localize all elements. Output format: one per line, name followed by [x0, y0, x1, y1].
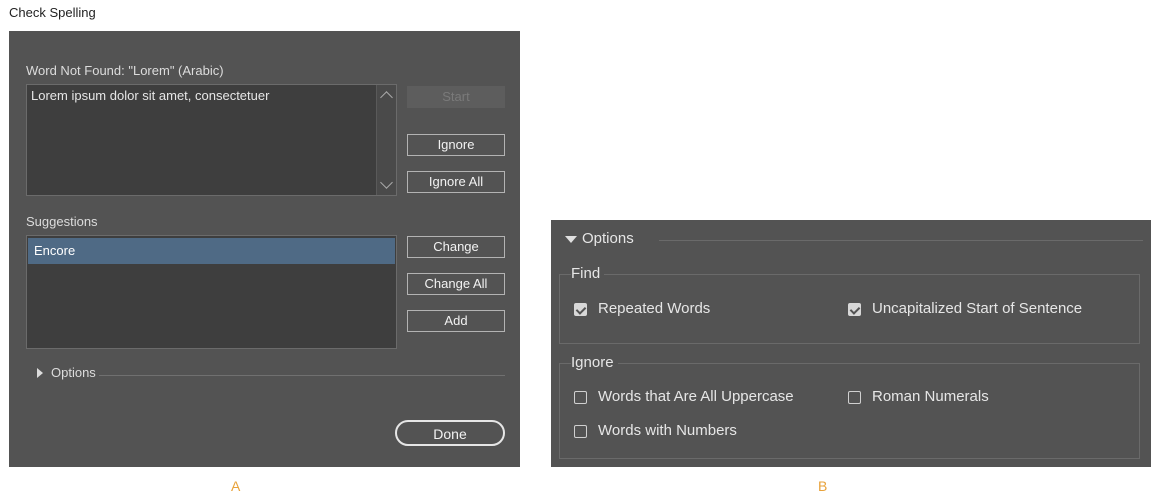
start-button[interactable]: Start — [407, 86, 505, 108]
uncapitalized-start-label: Uncapitalized Start of Sentence — [872, 300, 1083, 317]
words-with-numbers-checkbox[interactable] — [574, 425, 587, 438]
all-uppercase-label: Words that Are All Uppercase — [598, 388, 794, 405]
scrollbar[interactable] — [376, 85, 396, 195]
roman-numerals-label: Roman Numerals — [872, 388, 989, 405]
ignore-group — [559, 363, 1140, 459]
triangle-right-icon — [37, 368, 43, 378]
context-text: Lorem ipsum dolor sit amet, consectetuer — [31, 88, 270, 103]
scroll-down-icon[interactable] — [380, 176, 393, 189]
ignore-all-button[interactable]: Ignore All — [407, 171, 505, 193]
context-textarea[interactable]: Lorem ipsum dolor sit amet, consectetuer — [26, 84, 397, 196]
options-label: Options — [51, 365, 96, 380]
all-uppercase-checkbox[interactable] — [574, 391, 587, 404]
suggestions-list[interactable]: Encore — [26, 235, 397, 349]
ignore-legend: Ignore — [571, 354, 618, 371]
ignore-button[interactable]: Ignore — [407, 134, 505, 156]
word-not-found-label: Word Not Found: "Lorem" (Arabic) — [26, 63, 224, 78]
uncapitalized-start-checkbox[interactable] — [848, 303, 861, 316]
roman-numerals-checkbox[interactable] — [848, 391, 861, 404]
triangle-down-icon — [565, 236, 577, 243]
repeated-words-checkbox[interactable] — [574, 303, 587, 316]
repeated-words-label: Repeated Words — [598, 300, 711, 317]
checkmark-icon — [575, 304, 587, 315]
add-button[interactable]: Add — [407, 310, 505, 332]
scroll-up-icon[interactable] — [380, 91, 393, 104]
check-spelling-dialog: Word Not Found: "Lorem" (Arabic) Lorem i… — [9, 31, 520, 467]
window-title: Check Spelling — [9, 5, 96, 20]
change-all-button[interactable]: Change All — [407, 273, 505, 295]
words-with-numbers-label: Words with Numbers — [598, 422, 737, 439]
options-divider — [99, 375, 505, 376]
find-legend: Find — [571, 265, 605, 282]
suggestions-label: Suggestions — [26, 214, 98, 229]
options-header-divider — [659, 240, 1143, 241]
caption-a: A — [231, 478, 241, 494]
options-header-label: Options — [582, 230, 634, 247]
done-button[interactable]: Done — [395, 420, 505, 446]
options-panel: Options Find Repeated Words Uncapitalize… — [551, 220, 1151, 467]
change-button[interactable]: Change — [407, 236, 505, 258]
caption-b: B — [818, 478, 828, 494]
suggestion-item[interactable]: Encore — [28, 238, 395, 264]
checkmark-icon — [849, 304, 861, 315]
